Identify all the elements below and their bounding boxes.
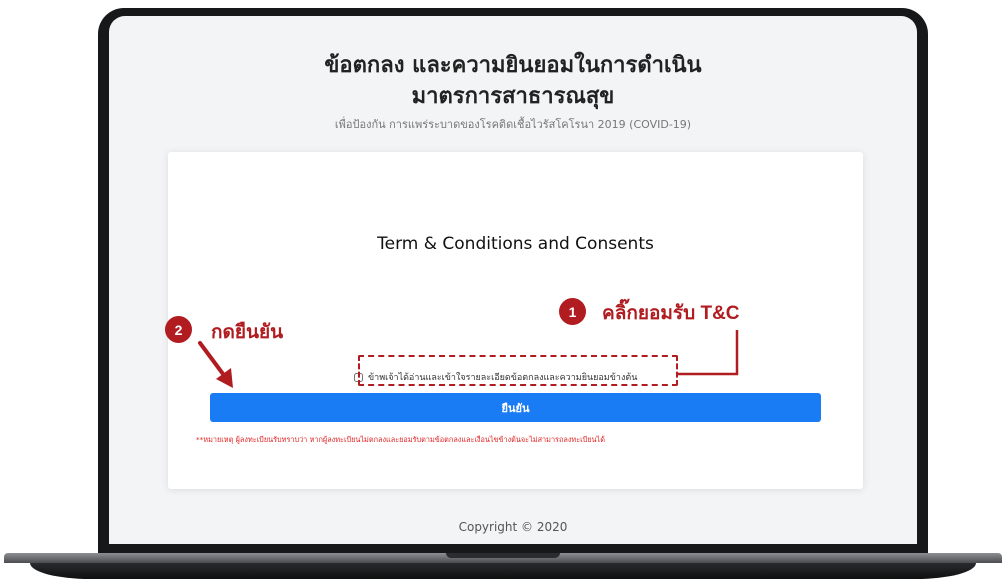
step2-callout: กดยืนยัน [211,322,284,343]
step1-connector-line [678,330,739,376]
step2-arrow-line [198,341,228,380]
step1-badge: 1 [559,298,586,325]
step1-callout: คลิ๊กยอมรับ T&C [602,303,740,324]
annotation-arrows [198,330,739,388]
step2-badge: 2 [165,316,192,343]
